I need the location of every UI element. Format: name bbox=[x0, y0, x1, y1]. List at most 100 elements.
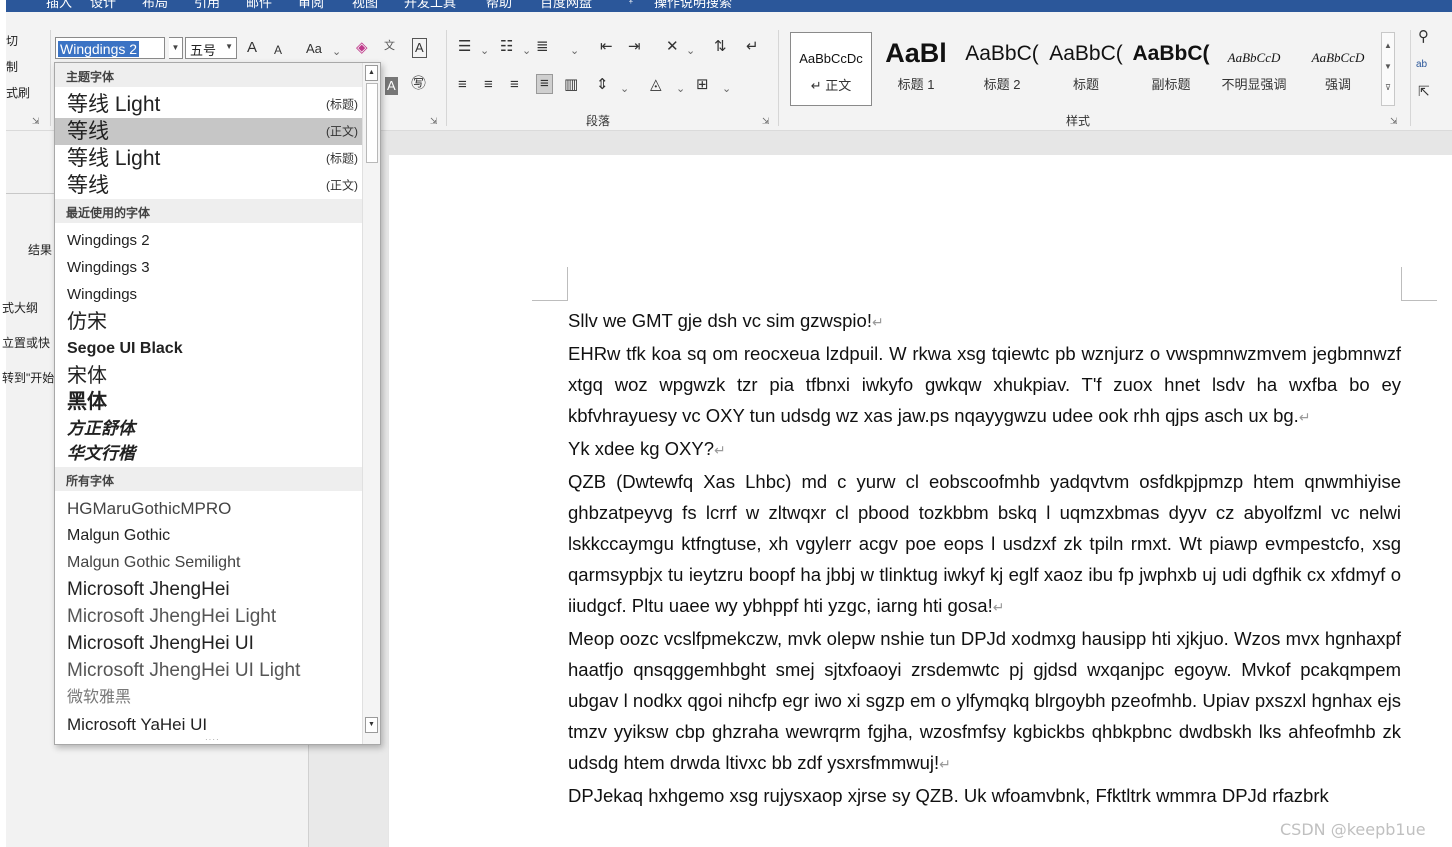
font-launcher-icon[interactable]: ⇲ bbox=[430, 116, 438, 127]
style-subtle-emphasis[interactable]: AaBbCcD 不明显强调 bbox=[1214, 32, 1294, 106]
font-option[interactable]: Malgun Gothic bbox=[55, 522, 362, 549]
tab-insert[interactable]: 插入 bbox=[46, 0, 72, 11]
numbering-icon[interactable]: ☷ bbox=[500, 38, 513, 56]
font-option[interactable]: Segoe UI Black bbox=[55, 335, 362, 362]
style-sample: AaBbC( bbox=[1049, 42, 1123, 65]
align-center-icon[interactable]: ≡ bbox=[484, 76, 493, 94]
align-left-icon[interactable]: ≡ bbox=[458, 76, 467, 94]
bullets-icon[interactable]: ☰ bbox=[458, 38, 471, 56]
styles-group-label: 样式 bbox=[1066, 114, 1091, 128]
font-size-select[interactable]: 五号 ▼ bbox=[185, 37, 237, 59]
styles-gallery-scroll[interactable]: ▲ ▼ ⊽ bbox=[1381, 32, 1395, 106]
scroll-down-icon[interactable]: ▼ bbox=[365, 717, 378, 733]
font-option[interactable]: Wingdings bbox=[55, 281, 362, 308]
style-title[interactable]: AaBbC( 标题 bbox=[1046, 32, 1126, 106]
font-option[interactable]: 等线 Light (标题) bbox=[55, 91, 362, 118]
sort-icon[interactable]: ⇅ bbox=[714, 38, 727, 56]
replace-icon[interactable]: ab bbox=[1416, 56, 1427, 74]
clipboard-launcher-icon[interactable]: ⇲ bbox=[32, 116, 40, 127]
align-right-icon[interactable]: ≡ bbox=[510, 76, 519, 94]
tab-view[interactable]: 视图 bbox=[352, 0, 378, 11]
change-case-button[interactable]: Aa bbox=[306, 40, 322, 58]
tab-baidu-netdisk[interactable]: 百度网盘 bbox=[540, 0, 592, 11]
justify-icon[interactable]: ≡ bbox=[536, 74, 553, 94]
font-name-input[interactable]: Wingdings 2 bbox=[55, 37, 165, 59]
scroll-thumb[interactable] bbox=[366, 83, 378, 163]
paragraph-text: Meop oozc vcslfpmekczw, mvk olepw nshie … bbox=[568, 628, 1401, 773]
decrease-indent-icon[interactable]: ⇤ bbox=[600, 38, 613, 56]
copy-button[interactable]: 制 bbox=[6, 58, 18, 75]
tab-references[interactable]: 引用 bbox=[194, 0, 220, 11]
nav-hint-text: 立置或快 bbox=[2, 336, 51, 350]
tab-mailings[interactable]: 邮件 bbox=[246, 0, 272, 11]
borders-icon[interactable]: ⊞ bbox=[696, 76, 709, 94]
chinese-layout-icon[interactable]: ✕ bbox=[666, 38, 679, 56]
paragraph-text: QZB (Dwtewfq Xas Lhbc) md c yurw cl eobs… bbox=[568, 471, 1401, 616]
font-option[interactable]: HGMaruGothicMPRO bbox=[55, 495, 362, 522]
styles-launcher-icon[interactable]: ⇲ bbox=[1390, 116, 1398, 127]
find-icon[interactable]: ⚲ bbox=[1418, 28, 1429, 46]
style-heading-1[interactable]: AaBl 标题 1 bbox=[876, 32, 956, 106]
paragraph-launcher-icon[interactable]: ⇲ bbox=[762, 116, 770, 127]
style-subtitle[interactable]: AaBbC( 副标题 bbox=[1130, 32, 1212, 106]
paragraph-mark-icon: ↵ bbox=[939, 756, 951, 772]
character-border-icon[interactable]: A bbox=[412, 38, 427, 58]
style-sample: AaBbC( bbox=[1132, 42, 1210, 65]
phonetic-guide-icon[interactable]: 文 bbox=[384, 37, 395, 55]
font-option[interactable]: 宋体 bbox=[55, 362, 362, 389]
resize-grip-icon[interactable]: ···· bbox=[205, 735, 220, 744]
shading-icon[interactable]: ◬ bbox=[650, 76, 662, 94]
chevron-down-icon: ⌄ bbox=[620, 83, 630, 95]
scroll-up-icon[interactable]: ▲ bbox=[365, 65, 378, 81]
tab-layout[interactable]: 布局 bbox=[142, 0, 168, 11]
tab-developer[interactable]: 开发工具 bbox=[404, 0, 456, 11]
font-list-scrollbar[interactable]: ▲ ▼ bbox=[362, 63, 380, 744]
font-option[interactable]: 方正舒体 bbox=[55, 416, 362, 441]
font-option[interactable]: Malgun Gothic Semilight bbox=[55, 549, 362, 576]
cut-button[interactable]: 切 bbox=[6, 32, 18, 49]
font-option[interactable]: 仿宋 bbox=[55, 308, 362, 335]
font-option[interactable]: Wingdings 3 bbox=[55, 254, 362, 281]
style-normal[interactable]: AaBbCcDc ↵ 正文 bbox=[790, 32, 872, 106]
chevron-down-icon[interactable]: ▼ bbox=[1382, 62, 1394, 71]
line-spacing-icon[interactable]: ⇕ bbox=[596, 76, 609, 94]
clear-formatting-icon[interactable]: ◈ bbox=[356, 39, 368, 57]
font-name-dropdown-button[interactable]: ▼ bbox=[169, 37, 183, 59]
font-option[interactable]: Microsoft JhengHei UI bbox=[55, 630, 362, 657]
shrink-font-button[interactable]: A bbox=[274, 41, 282, 59]
font-option[interactable]: 等线 Light (标题) bbox=[55, 145, 362, 172]
style-emphasis[interactable]: AaBbCcD 强调 bbox=[1298, 32, 1378, 106]
increase-indent-icon[interactable]: ⇥ bbox=[628, 38, 641, 56]
font-option[interactable]: Microsoft JhengHei bbox=[55, 576, 362, 603]
font-option[interactable]: 微软雅黑 bbox=[55, 684, 362, 711]
chevron-up-icon[interactable]: ▲ bbox=[1382, 41, 1394, 50]
style-heading-2[interactable]: AaBbC( 标题 2 bbox=[962, 32, 1042, 106]
font-option[interactable]: 黑体 bbox=[55, 389, 362, 416]
tab-review[interactable]: 审阅 bbox=[298, 0, 324, 11]
style-name: 标题 1 bbox=[897, 77, 935, 92]
font-dropdown-list[interactable]: 主题字体 等线 Light (标题) 等线 (正文) 等线 Light (标题)… bbox=[54, 62, 381, 745]
format-painter-button[interactable]: 式刷 bbox=[6, 84, 30, 101]
font-option[interactable]: Wingdings 2 bbox=[55, 227, 362, 254]
font-option[interactable]: Microsoft JhengHei UI Light bbox=[55, 657, 362, 684]
font-option[interactable]: 华文行楷 bbox=[55, 441, 362, 467]
font-option[interactable]: Microsoft JhengHei Light bbox=[55, 603, 362, 630]
tell-me-search[interactable]: 操作说明搜索 bbox=[654, 0, 732, 11]
font-option[interactable]: 等线 (正文) bbox=[55, 172, 362, 199]
show-marks-icon[interactable]: ↵ bbox=[746, 38, 759, 56]
more-styles-icon[interactable]: ⊽ bbox=[1382, 83, 1394, 92]
font-option[interactable]: Microsoft YaHei UI bbox=[55, 711, 362, 738]
multilevel-list-icon[interactable]: ≣ bbox=[536, 38, 549, 56]
tab-design[interactable]: 设计 bbox=[90, 0, 116, 11]
character-shading-icon[interactable]: A bbox=[385, 77, 398, 95]
document-body[interactable]: Sllv we GMT gje dsh vc sim gzwspio!↵ EHR… bbox=[568, 305, 1401, 811]
font-option-selected[interactable]: 等线 (正文) bbox=[55, 118, 362, 145]
tab-help[interactable]: 帮助 bbox=[486, 0, 512, 11]
select-icon[interactable]: ⇱ bbox=[1418, 82, 1430, 100]
distributed-icon[interactable]: ▥ bbox=[564, 76, 578, 94]
font-option-name: 等线 Light bbox=[67, 147, 161, 170]
style-name: 不明显强调 bbox=[1221, 77, 1287, 92]
grow-font-button[interactable]: A bbox=[247, 39, 257, 57]
paragraph-mark-icon: ↵ bbox=[871, 314, 884, 330]
enclose-characters-icon[interactable]: ㊢ bbox=[411, 75, 426, 93]
